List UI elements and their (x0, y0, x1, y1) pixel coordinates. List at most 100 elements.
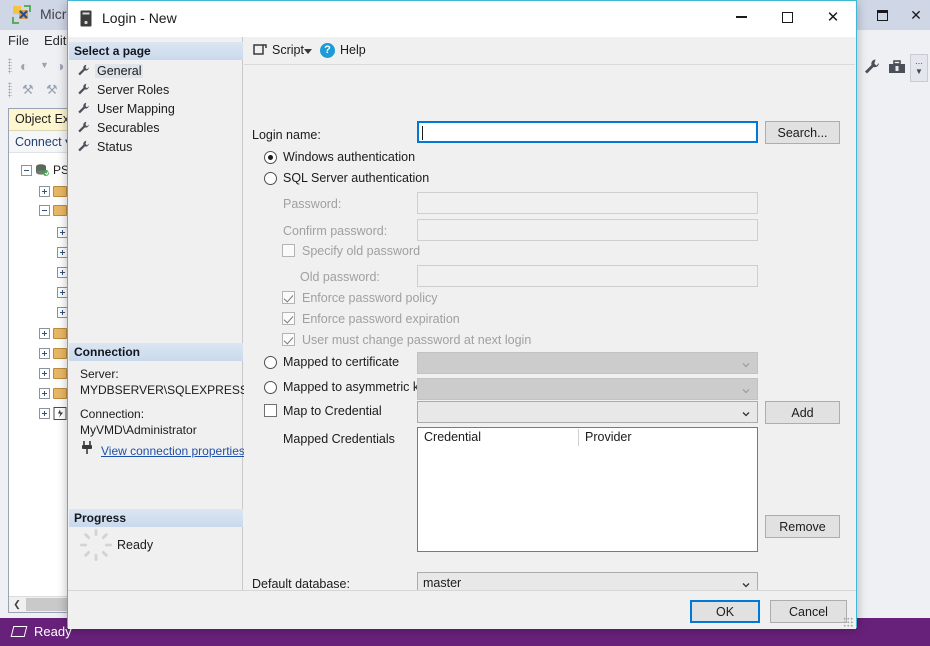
ssms-close-button[interactable]: ✕ (899, 0, 930, 30)
search-button[interactable]: Search... (765, 121, 840, 144)
tree-node-server[interactable]: PS (21, 161, 69, 179)
dialog-content-pane: Script ? Help Login name: Search... Wind… (244, 37, 855, 619)
expand-expander-icon[interactable] (39, 387, 50, 399)
dialog-close-button[interactable]: ✕ (810, 1, 856, 33)
folder-icon (53, 204, 67, 216)
status-bar-text: Ready (34, 624, 72, 639)
cancel-button[interactable]: Cancel (770, 600, 847, 623)
old-password-label: Old password: (300, 270, 380, 284)
text-caret (422, 126, 423, 140)
connect-plug-icon[interactable]: ⚒ (22, 82, 34, 98)
connection-plug-icon (82, 441, 92, 454)
ssms-maximize-button[interactable] (865, 0, 899, 30)
view-connection-properties-link[interactable]: View connection properties (101, 444, 245, 458)
chevron-down-icon[interactable]: ▼ (40, 60, 49, 70)
column-header-credential: Credential (424, 430, 481, 444)
sidebar-item-user-mapping[interactable]: User Mapping (77, 100, 177, 117)
mapped-certificate-combobox (417, 352, 758, 374)
expand-expander-icon[interactable] (39, 367, 50, 379)
menu-file[interactable]: File (8, 33, 29, 48)
minimize-icon (735, 16, 747, 18)
remove-credential-button[interactable]: Remove (765, 515, 840, 538)
mapped-to-certificate-label[interactable]: Mapped to certificate (283, 355, 399, 369)
connect-dropdown-button[interactable]: Connect ▾ (15, 134, 71, 149)
ssms-window-title: Micr (40, 6, 67, 22)
collapse-expander-icon[interactable] (39, 204, 50, 216)
toolbar-grip-2[interactable] (8, 82, 12, 98)
folder-icon (53, 347, 67, 359)
scroll-left-icon[interactable]: ❮ (9, 597, 25, 612)
help-button-label[interactable]: Help (340, 43, 366, 57)
enforce-password-policy-label: Enforce password policy (302, 291, 438, 305)
navigate-forward-icon[interactable]: ◑ (56, 58, 64, 74)
credential-combobox[interactable] (417, 401, 758, 423)
toolbar-grip[interactable] (8, 58, 12, 74)
chevron-down-icon (742, 363, 750, 368)
toolbar-overflow-icon[interactable]: ⋯ ▼ (910, 54, 928, 82)
mapped-asymmetric-key-combobox (417, 378, 758, 400)
enforce-password-expiration-label: Enforce password expiration (302, 312, 460, 326)
script-icon[interactable] (252, 43, 267, 58)
expand-expander-icon[interactable] (39, 407, 50, 419)
folder-icon (53, 387, 67, 399)
wrench-icon (78, 140, 89, 152)
maximize-icon (876, 9, 888, 21)
connect-label: Connect (15, 135, 62, 149)
specify-old-password-label: Specify old password (302, 244, 421, 258)
login-server-icon (80, 10, 92, 27)
add-credential-button[interactable]: Add (765, 401, 840, 424)
script-button-label[interactable]: Script (272, 43, 304, 57)
login-name-label: Login name: (252, 128, 321, 142)
toolbox-icon[interactable] (888, 58, 906, 76)
chevron-down-icon[interactable] (304, 49, 312, 54)
column-divider (578, 429, 579, 446)
windows-authentication-label[interactable]: Windows authentication (283, 150, 415, 164)
mapped-to-certificate-radio[interactable] (264, 356, 277, 369)
expand-expander-icon[interactable] (39, 185, 50, 197)
must-change-password-label: User must change password at next login (302, 333, 532, 347)
sidebar-item-general[interactable]: General (77, 62, 144, 79)
sql-server-authentication-label[interactable]: SQL Server authentication (283, 171, 429, 185)
overflow-chevron: ▼ (915, 67, 923, 76)
select-a-page-header: Select a page (69, 42, 243, 60)
windows-authentication-radio[interactable] (264, 151, 277, 164)
dialog-resize-grip[interactable] (843, 617, 853, 627)
ssms-logo-icon (12, 5, 31, 24)
sidebar-item-securables[interactable]: Securables (77, 119, 162, 136)
close-icon: ✕ (826, 8, 840, 26)
dialog-maximize-button[interactable] (764, 1, 810, 33)
enforce-password-expiration-checkbox (282, 312, 295, 325)
wrench-icon (78, 83, 89, 95)
mapped-to-asymmetric-key-radio[interactable] (264, 381, 277, 394)
ok-button[interactable]: OK (690, 600, 760, 623)
server-value: MYDBSERVER\SQLEXPRESS (80, 383, 248, 397)
sidebar-item-server-roles[interactable]: Server Roles (77, 81, 171, 98)
help-icon[interactable]: ? (320, 43, 335, 58)
general-page-form: Login name: Search... Windows authentica… (244, 65, 855, 619)
mapped-to-asymmetric-key-label[interactable]: Mapped to asymmetric key (283, 380, 432, 394)
folder-icon (53, 367, 67, 379)
expand-expander-icon[interactable] (39, 347, 50, 359)
sidebar-item-status[interactable]: Status (77, 138, 134, 155)
progress-spinner-icon (80, 529, 112, 561)
dialog-body: Select a page General Server Roles User … (68, 37, 856, 629)
expand-expander-icon[interactable] (39, 327, 50, 339)
navigate-back-icon[interactable]: ◐ (20, 58, 28, 74)
mapped-credentials-list[interactable]: Credential Provider (417, 427, 758, 552)
sql-server-authentication-radio[interactable] (264, 172, 277, 185)
confirm-password-input (417, 219, 758, 241)
dialog-title-bar: Login - New ✕ (68, 1, 856, 37)
sidebar-item-label: Server Roles (97, 82, 170, 97)
login-name-input[interactable] (417, 121, 758, 143)
chevron-down-icon (742, 389, 750, 394)
map-to-credential-checkbox[interactable] (264, 404, 277, 417)
map-to-credential-label[interactable]: Map to Credential (283, 404, 382, 418)
collapse-expander-icon[interactable] (21, 164, 32, 176)
wrench-icon[interactable] (863, 58, 881, 76)
server-label: Server: (80, 367, 119, 381)
menu-edit[interactable]: Edit (44, 33, 66, 48)
database-icon (36, 163, 49, 176)
dialog-script-toolbar: Script ? Help (244, 37, 855, 65)
disconnect-plug-icon[interactable]: ⚒ (46, 82, 58, 98)
dialog-minimize-button[interactable] (718, 1, 764, 33)
